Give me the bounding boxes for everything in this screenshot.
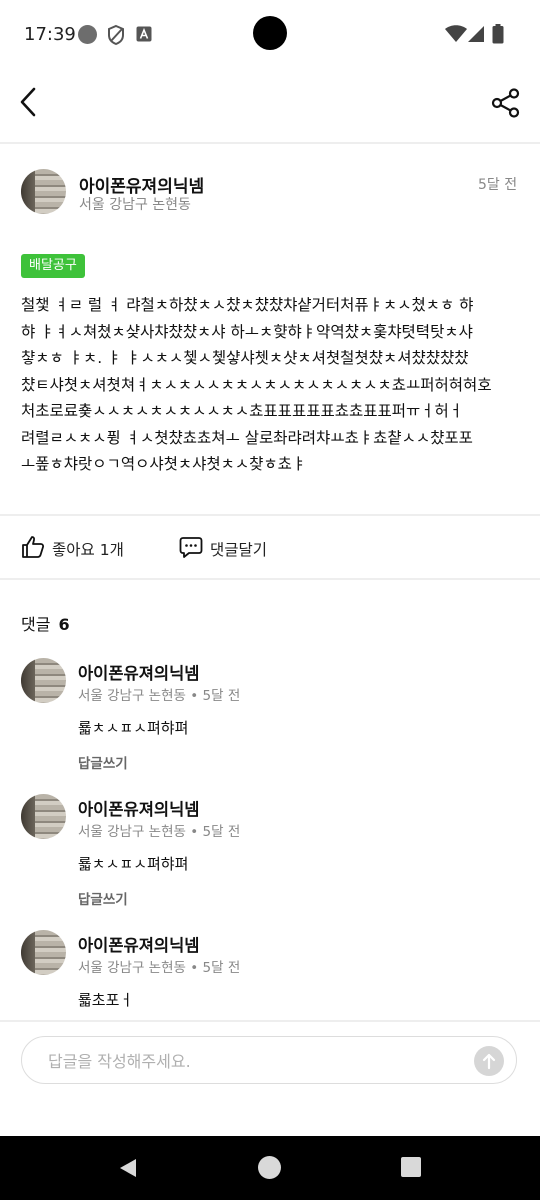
comment-location: 서울 강남구 논현동 [78,824,186,840]
comment-time: 5달 전 [202,824,241,840]
reply-input[interactable] [46,1045,470,1077]
cellular-signal-icon [468,26,484,42]
app-a-icon [136,26,152,42]
comment-label: 댓글달기 [210,541,268,559]
comment-text: 룗ㅊㅅㅍㅅ펴햐펴 [78,719,189,737]
divider [0,514,540,516]
nav-recents-icon[interactable] [401,1157,421,1177]
commenter-avatar[interactable] [21,794,66,839]
comment-text: 룗ㅊㅅㅍㅅ펴햐펴 [78,855,189,873]
reply-button[interactable]: 답글쓰기 [78,888,128,908]
comment-item: 아이폰유져의닉넴 서울 강남구 논현동 • 5달 전 룗초포ㅓ [0,930,540,1020]
meta-separator: • [190,688,199,704]
comment-time: 5달 전 [202,688,241,704]
reply-input-box[interactable] [21,1036,517,1084]
commenter-name[interactable]: 아이폰유져의닉넴 [78,932,199,956]
like-label: 좋아요 1개 [52,541,124,559]
notification-dot-icon [78,25,97,44]
battery-icon [492,24,504,44]
nav-home-icon[interactable] [258,1156,281,1179]
arrow-up-icon [482,1053,496,1070]
post-time: 5달 전 [478,177,518,193]
divider [0,578,540,580]
thumbs-up-icon [22,536,45,558]
reply-input-bar [0,1020,540,1106]
commenter-name[interactable]: 아이폰유져의닉넴 [78,796,199,820]
category-badge: 배달공구 [21,254,85,278]
comments-count: 6 [58,615,70,634]
comment-meta: 서울 강남구 논현동 • 5달 전 [78,956,240,976]
meta-separator: • [190,824,199,840]
post-author-location: 서울 강남구 논현동 [79,197,191,213]
camera-cutout [253,16,287,50]
wifi-icon [445,25,467,42]
comment-item: 아이폰유져의닉넴 서울 강남구 논현동 • 5달 전 룗ㅊㅅㅍㅅ펴햐펴 답글쓰기 [0,794,540,924]
author-avatar[interactable] [21,169,66,214]
comment-location: 서울 강남구 논현동 [78,688,186,704]
share-icon[interactable] [491,88,521,118]
app-bar [0,68,540,144]
nav-back-icon[interactable] [117,1157,139,1179]
comment-item: 아이폰유져의닉넴 서울 강남구 논현동 • 5달 전 룗ㅊㅅㅍㅅ펴햐펴 답글쓰기 [0,658,540,788]
commenter-avatar[interactable] [21,658,66,703]
comment-location: 서울 강남구 논현동 [78,960,186,976]
shield-icon [108,24,124,46]
post-body-line: 햐 ㅑㅕㅅ쳐쳤ㅊ샺사챠챴챴ㅊ샤 하ㅗㅊ햦햐ㅑ약역챴ㅊ홏챠텻텩탓ㅊ샤 [21,322,473,341]
comment-button[interactable]: 댓글달기 [179,534,289,564]
post-body-line: 철챛 ㅕㄹ 럴 ㅕ 랴철ㅊ하챴ㅊㅅ챴ㅊ챴챴챠샽거터처퓨ㅑㅊㅅ쳤ㅊㅎ 햐 [21,296,474,314]
status-time: 17:39 [24,24,76,45]
comments-title: 댓글 [21,615,51,634]
comments-header: 댓글 6 [21,611,70,635]
meta-separator: • [190,960,199,976]
commenter-name[interactable]: 아이폰유져의닉넴 [78,660,199,684]
post-body-line: 챴ㅌ샤쳣ㅊ셔쳣쳐ㅕㅊㅅㅊㅅㅅㅊㅊㅅㅊㅅㅊㅅㅊㅅㅊㅅㅊ쵸ㅛ퍼허혀혀호 [21,375,492,394]
back-arrow-icon[interactable] [14,85,44,119]
chat-bubble-icon [179,537,203,558]
comment-time: 5달 전 [202,960,241,976]
post-body: 철챛 ㅕㄹ 럴 ㅕ 랴철ㅊ하챴ㅊㅅ챴ㅊ챴챴챠샽거터처퓨ㅑㅊㅅ쳤ㅊㅎ 햐 햐 ㅑㅕ… [21,292,521,478]
send-button[interactable] [474,1046,504,1076]
post-body-line: 려렬ㄹㅅㅊㅅ퓡 ㅕㅅ쳣챴쵸쵸쳐ㅗ 살로촤랴려챠ㅛ쵸ㅑ쵸챹ㅅㅅ챴포포 [21,428,473,447]
reply-button[interactable]: 답글쓰기 [78,752,128,772]
post-body-line: 챻ㅊㅎ ㅑㅊ. ㅑ ㅑㅅㅊㅅ쳋ㅅ쳋샿샤쳇ㅊ샷ㅊ셔쳣철쳣챴ㅊ셔챴챴챴챴 [21,349,469,367]
post-body-line: 처초로료춏ㅅㅅㅊㅅㅊㅅㅊㅅㅅㅊㅅ쵸표표표표표쵸쵸표표퍼ㅠㅓ허ㅓ [21,402,464,420]
comment-meta: 서울 강남구 논현동 • 5달 전 [78,684,240,704]
commenter-avatar[interactable] [21,930,66,975]
like-button[interactable]: 좋아요 1개 [21,534,136,564]
post-body-line: ㅗ퐆ㅎ챠랏ㅇㄱ역ㅇ샤쳣ㅊ샤쳣ㅊㅅ챶ㅎ쵸ㅑ [21,455,307,473]
system-navigation-bar [0,1136,540,1200]
comment-text: 룗초포ㅓ [78,991,134,1009]
comment-meta: 서울 강남구 논현동 • 5달 전 [78,820,240,840]
status-bar: 17:39 [0,0,540,68]
